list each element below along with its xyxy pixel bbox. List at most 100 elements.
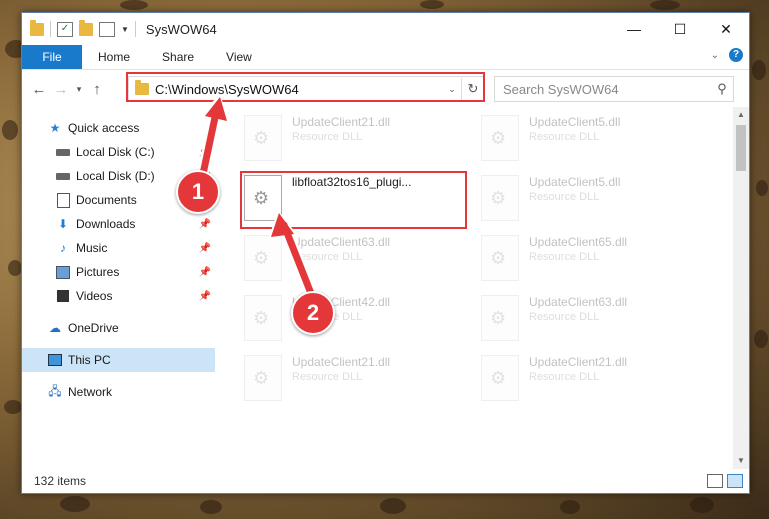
file-type: Resource DLL <box>529 311 600 323</box>
file-type: Resource DLL <box>529 251 600 263</box>
main-area: ★ Quick access Local Disk (C:) 📌 Local D… <box>22 107 749 469</box>
qat-dropdown-icon[interactable]: ▼ <box>121 25 129 34</box>
refresh-button[interactable]: ↻ <box>461 78 484 100</box>
navigation-pane: ★ Quick access Local Disk (C:) 📌 Local D… <box>22 107 215 469</box>
view-buttons <box>707 474 743 488</box>
dll-file-icon <box>244 115 282 161</box>
window-title: SysWOW64 <box>145 21 217 37</box>
file-type: Resource DLL <box>292 131 363 143</box>
file-list: UpdateClient21.dll Resource DLL UpdateCli… <box>215 107 749 469</box>
file-item[interactable]: UpdateClient21.dll Resource DLL <box>240 351 462 403</box>
minimize-button[interactable]: — <box>611 13 657 45</box>
window-controls: — ☐ ✕ <box>611 13 749 45</box>
up-button[interactable]: ↑ <box>86 81 108 98</box>
pin-icon[interactable]: 📌 <box>199 219 211 230</box>
file-item[interactable]: UpdateClient42.dllResource DLL <box>240 291 462 343</box>
onedrive-icon: ☁ <box>49 321 61 335</box>
file-item-libfloat32tos16[interactable]: libfloat32tos16_plugi... <box>240 171 462 223</box>
back-button[interactable]: ← <box>28 81 50 98</box>
toolbar-separator <box>134 21 136 37</box>
sidebar-item-quick-access[interactable]: ★ Quick access <box>22 116 215 140</box>
pin-icon[interactable]: 📌 <box>199 291 211 302</box>
pin-icon[interactable]: 📌 <box>199 147 211 158</box>
properties-check-icon[interactable]: ✓ <box>57 21 73 37</box>
forward-button[interactable]: → <box>50 81 72 98</box>
tab-file[interactable]: File <box>22 45 82 69</box>
sidebar-item-downloads[interactable]: ⬇ Downloads 📌 <box>22 212 215 236</box>
sidebar-item-label: Network <box>68 385 113 399</box>
file-type: Resource DLL <box>292 371 363 383</box>
quick-access-toolbar: ✓ ▼ <box>22 19 136 37</box>
new-folder-icon[interactable] <box>79 19 93 36</box>
dll-file-icon <box>481 115 519 161</box>
file-item[interactable]: UpdateClient63.dll Resource DLL <box>477 291 699 343</box>
maximize-button[interactable]: ☐ <box>657 13 703 45</box>
dll-file-icon <box>244 175 282 221</box>
tab-share[interactable]: Share <box>146 45 210 69</box>
customize-icon[interactable] <box>99 21 115 37</box>
address-dropdown-icon[interactable]: ⌄ <box>443 84 461 95</box>
sidebar-item-onedrive[interactable]: ☁ OneDrive <box>22 316 215 340</box>
search-input[interactable] <box>495 80 711 98</box>
pin-icon[interactable]: 📌 <box>199 243 211 254</box>
file-item[interactable]: UpdateClient21.dll Resource DLL <box>240 111 462 163</box>
sidebar-item-label: Local Disk (D:) <box>76 169 155 183</box>
tab-view[interactable]: View <box>210 45 268 69</box>
music-icon: ♪ <box>60 241 66 255</box>
this-pc-icon <box>48 354 62 366</box>
network-icon: 🖧 <box>48 383 62 398</box>
address-folder-icon <box>135 80 149 95</box>
sidebar-item-music[interactable]: ♪ Music 📌 <box>22 236 215 260</box>
search-box[interactable]: ⚲ <box>494 76 734 102</box>
videos-icon <box>56 290 70 302</box>
scroll-down-icon[interactable]: ▼ <box>733 453 749 469</box>
toolbar-separator <box>50 21 51 37</box>
tab-home[interactable]: Home <box>82 45 146 69</box>
file-name: UpdateClient63.dll <box>292 235 391 249</box>
sidebar-item-label: OneDrive <box>68 321 119 335</box>
downloads-icon: ⬇ <box>57 217 69 231</box>
file-item[interactable]: UpdateClient21.dll Resource DLL <box>477 351 699 403</box>
details-view-icon[interactable] <box>707 474 723 488</box>
file-item[interactable]: UpdateClient65.dll Resource DLL <box>477 231 699 283</box>
item-count: 132 items <box>34 474 87 488</box>
sidebar-item-this-pc[interactable]: This PC <box>22 348 215 372</box>
sidebar-item-label: Pictures <box>76 265 120 279</box>
large-icons-view-icon[interactable] <box>727 474 743 488</box>
sidebar-item-local-disk-c[interactable]: Local Disk (C:) 📌 <box>22 140 215 164</box>
folder-icon[interactable] <box>30 19 44 36</box>
vertical-scrollbar[interactable]: ▲ ▼ <box>733 107 749 469</box>
file-item[interactable]: UpdateClient63.dll Resource DLL <box>240 231 462 283</box>
dll-file-icon <box>481 235 519 281</box>
recent-locations-button[interactable]: ▾ <box>72 84 86 95</box>
expand-ribbon-icon[interactable]: ⌄ <box>711 50 719 61</box>
dll-file-icon <box>244 235 282 281</box>
documents-icon <box>56 192 70 208</box>
sidebar-item-label: Videos <box>76 289 113 303</box>
scroll-up-icon[interactable]: ▲ <box>733 107 749 123</box>
file-name: UpdateClient21.dll <box>292 115 391 129</box>
pin-icon[interactable]: 📌 <box>199 267 211 278</box>
step-1-callout: 1 <box>176 170 220 214</box>
close-button[interactable]: ✕ <box>703 13 749 45</box>
file-name: UpdateClient63.dll <box>529 295 628 309</box>
navigation-bar: ← → ▾ ↑ C:\Windows\SysWOW64 ⌄ ↻ ⚲ <box>22 70 749 108</box>
address-path[interactable]: C:\Windows\SysWOW64 <box>155 82 443 97</box>
file-type: Resource DLL <box>292 251 363 263</box>
help-icon[interactable]: ? <box>729 48 743 62</box>
file-item[interactable]: UpdateClient5.dll Resource DLL <box>477 111 699 163</box>
address-bar[interactable]: C:\Windows\SysWOW64 ⌄ ↻ <box>128 76 485 102</box>
step-2-callout: 2 <box>291 291 335 335</box>
scrollbar-thumb[interactable] <box>736 125 746 171</box>
sidebar-item-pictures[interactable]: Pictures 📌 <box>22 260 215 284</box>
star-icon: ★ <box>49 121 61 135</box>
sidebar-item-videos[interactable]: Videos 📌 <box>22 284 215 308</box>
search-icon[interactable]: ⚲ <box>711 81 733 97</box>
file-item[interactable]: UpdateClient5.dll Resource DLL <box>477 171 699 223</box>
dll-file-icon <box>244 295 282 341</box>
dll-file-icon <box>481 355 519 401</box>
file-type: Resource DLL <box>529 131 600 143</box>
sidebar-item-network[interactable]: 🖧 Network <box>22 380 215 404</box>
file-name: UpdateClient21.dll <box>292 355 391 369</box>
title-bar: ✓ ▼ SysWOW64 — ☐ ✕ <box>22 13 749 45</box>
